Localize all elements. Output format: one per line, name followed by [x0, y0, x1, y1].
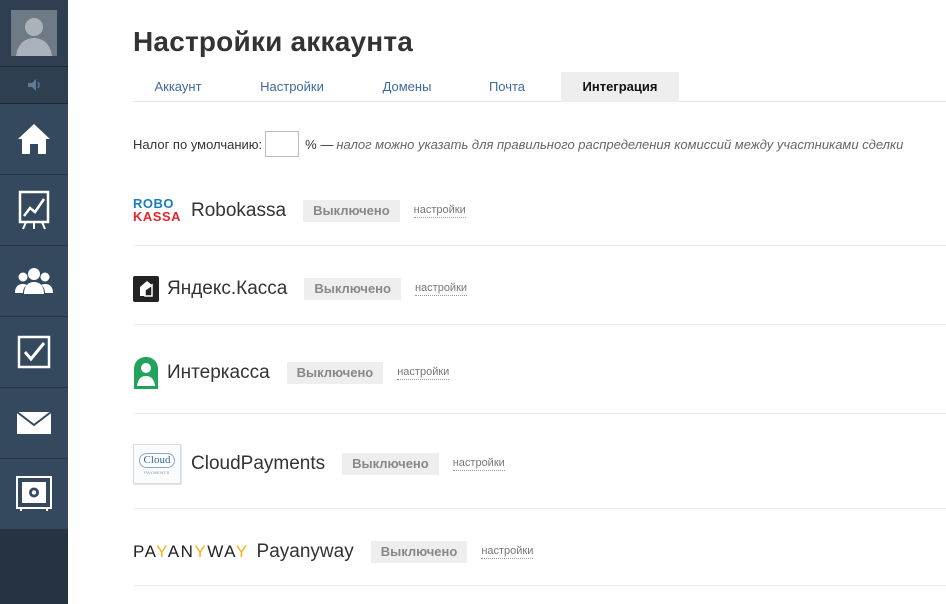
payanyway-logo-letter: Y: [194, 542, 208, 561]
sidebar-item-clients[interactable]: [0, 246, 68, 317]
provider-name: Интеркасса: [167, 362, 270, 383]
home-icon: [18, 124, 50, 154]
page-title: Настройки аккаунта: [133, 26, 414, 57]
provider-name: Payanyway: [256, 541, 354, 562]
sound-toggle[interactable]: [0, 67, 68, 104]
provider-robokassa: ROBO KASSA Robokassa Выключено настройки: [133, 180, 946, 246]
cloudpayments-logo-text: Cloud: [138, 453, 176, 468]
settings-link[interactable]: настройки: [414, 282, 468, 296]
safe-icon: [16, 476, 52, 511]
payanyway-logo-letter: A: [224, 542, 236, 561]
tax-unit: % —: [305, 136, 334, 152]
payanyway-logo: PAYANYWAY: [133, 542, 249, 562]
chart-icon: [18, 190, 50, 230]
cloudpayments-logo: Cloud PAYMENTS: [133, 444, 181, 484]
payanyway-logo-letter: W: [207, 542, 225, 561]
status-badge: Выключено: [304, 278, 401, 300]
default-tax-row: Налог по умолчанию: % — налог можно указ…: [133, 131, 903, 157]
mail-icon: [16, 411, 52, 434]
sound-icon: [28, 79, 40, 91]
tab-domains[interactable]: Домены: [363, 72, 451, 102]
tab-mail[interactable]: Почта: [463, 72, 551, 102]
robokassa-logo-bottom: KASSA: [133, 209, 182, 224]
tax-input[interactable]: [265, 131, 300, 157]
status-badge: Выключено: [303, 200, 400, 222]
sidebar-item-reports[interactable]: [0, 175, 68, 246]
cloudpayments-logo-sub: PAYMENTS: [144, 470, 170, 475]
tax-label: Налог по умолчанию:: [133, 136, 263, 152]
settings-link[interactable]: настройки: [413, 204, 466, 218]
avatar-icon: [11, 10, 57, 56]
provider-name: Яндекс.Касса: [167, 278, 288, 299]
payanyway-logo-letter: A: [144, 542, 157, 561]
status-badge: Выключено: [286, 362, 384, 384]
tab-settings[interactable]: Настройки: [243, 72, 341, 102]
tab-account[interactable]: Аккаунт: [133, 72, 223, 102]
sidebar-item-tasks[interactable]: [0, 317, 68, 388]
provider-interkassa: Интеркасса Выключено настройки: [133, 325, 946, 414]
payanyway-logo-letter: Y: [235, 542, 249, 561]
provider-payanyway: PAYANYWAY Payanyway Выключено настройки: [133, 509, 946, 586]
provider-name: Robokassa: [191, 200, 287, 221]
interkassa-logo-icon: [134, 357, 158, 389]
sidebar-item-mail[interactable]: [0, 388, 68, 459]
payanyway-logo-letter: A: [167, 542, 181, 561]
sidebar: [0, 0, 68, 604]
user-avatar[interactable]: [0, 0, 68, 67]
payanyway-logo-letter: Y: [156, 542, 168, 561]
provider-cloudpayments: Cloud PAYMENTS CloudPayments Выключено н…: [133, 414, 946, 509]
status-badge: Выключено: [370, 541, 468, 563]
tab-bar: Аккаунт Настройки Домены Почта Интеграци…: [133, 72, 946, 102]
yandex-kassa-logo-icon: [133, 276, 159, 302]
payanyway-logo-letter: N: [180, 542, 195, 561]
tax-note: налог можно указать для правильного расп…: [336, 136, 904, 152]
settings-link[interactable]: настройки: [452, 457, 505, 471]
tab-integration[interactable]: Интеграция: [561, 72, 679, 102]
users-icon: [15, 268, 53, 294]
robokassa-logo: ROBO KASSA: [133, 197, 183, 224]
status-badge: Выключено: [342, 453, 439, 475]
settings-link[interactable]: настройки: [481, 545, 534, 559]
settings-link[interactable]: настройки: [397, 366, 450, 380]
payanyway-logo-letter: P: [133, 542, 145, 561]
provider-name: CloudPayments: [191, 453, 326, 474]
tasks-icon: [17, 335, 51, 369]
provider-yandex-kassa: Яндекс.Касса Выключено настройки: [133, 246, 946, 325]
sidebar-item-settings[interactable]: [0, 459, 68, 530]
sidebar-item-home[interactable]: [0, 104, 68, 175]
